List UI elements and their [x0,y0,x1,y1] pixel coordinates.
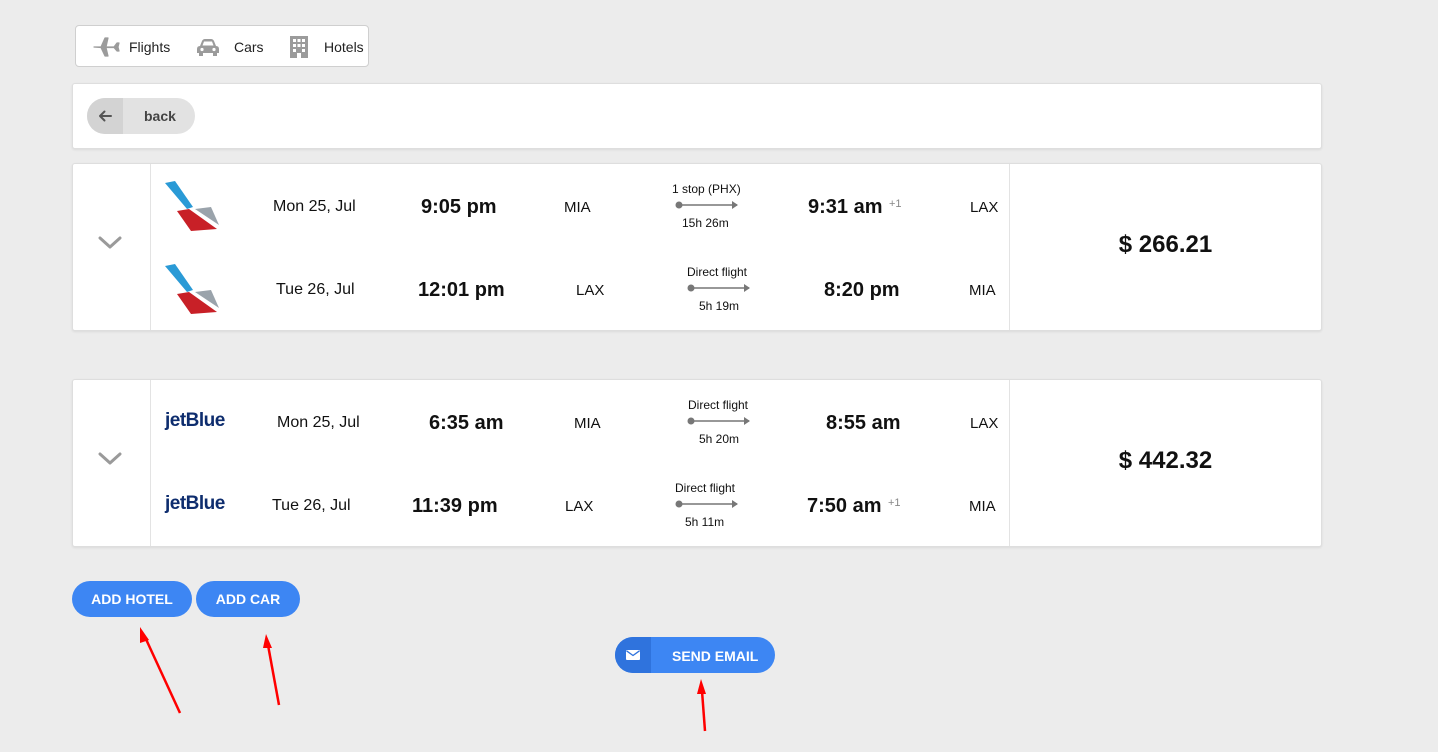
annotation-arrows [140,627,707,732]
